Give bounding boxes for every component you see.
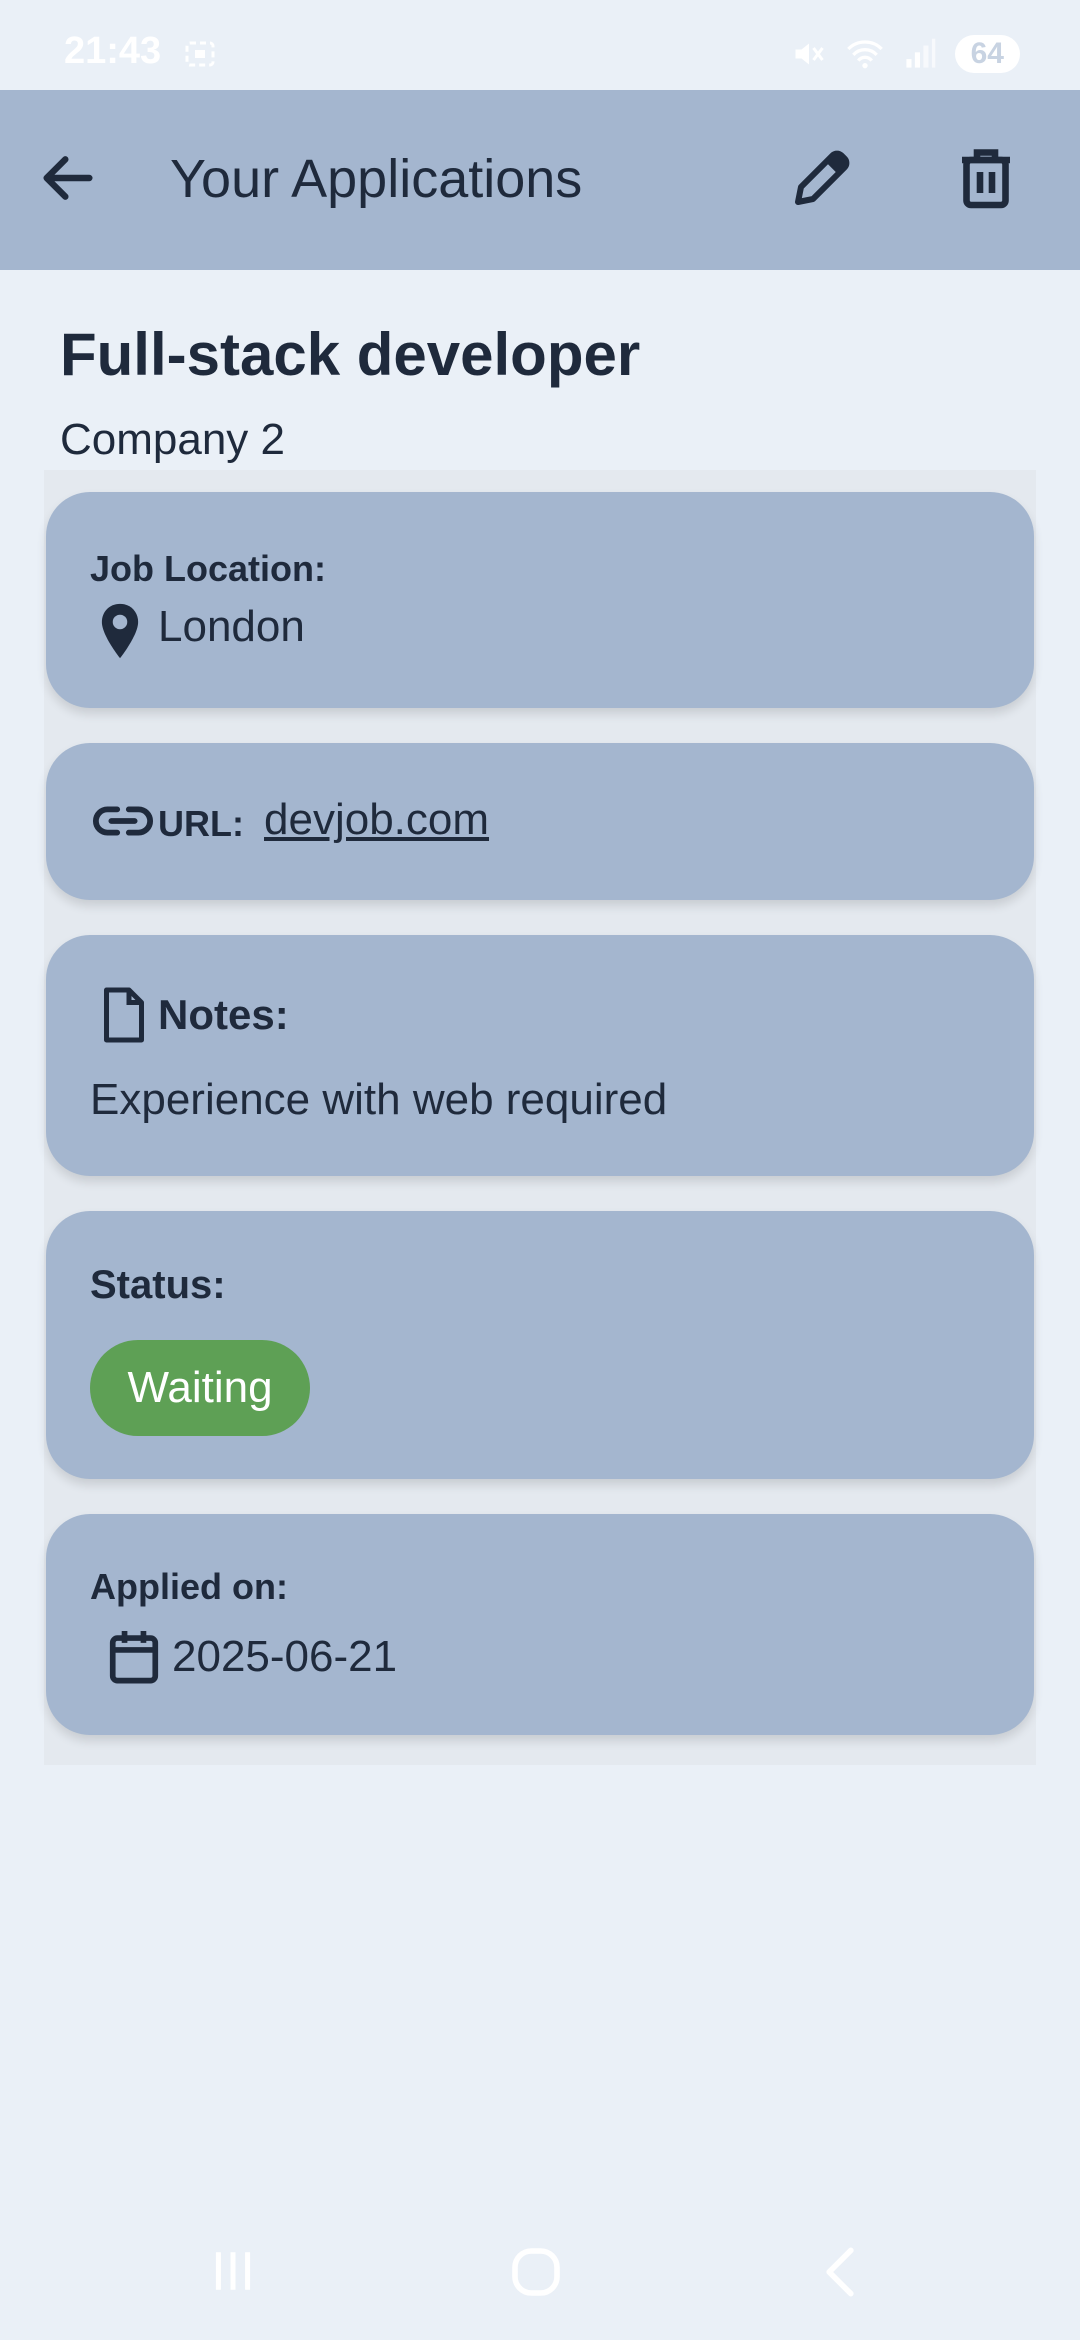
- status-bar: 21:43 64: [0, 0, 1080, 90]
- signal-icon: [906, 38, 935, 68]
- company-name: Company 2: [60, 415, 286, 464]
- home-icon[interactable]: [508, 2244, 564, 2300]
- edit-pencil-icon[interactable]: [786, 142, 858, 214]
- recent-apps-icon[interactable]: [208, 2246, 258, 2296]
- screenshot-icon: [185, 41, 215, 67]
- url-label: URL:: [158, 803, 244, 844]
- system-back-icon[interactable]: [818, 2246, 862, 2298]
- mute-icon: [795, 43, 824, 65]
- url-link[interactable]: devjob.com: [264, 795, 489, 845]
- link-icon: [93, 806, 153, 836]
- status-badge: Waiting: [90, 1340, 310, 1436]
- job-location-label: Job Location:: [90, 548, 326, 589]
- notes-value: Experience with web required: [90, 1075, 668, 1124]
- applied-on-date: 2025-06-21: [172, 1632, 398, 1681]
- status-time: 21:43: [64, 30, 162, 72]
- page-title: Your Applications: [170, 149, 583, 209]
- status-label: Status:: [90, 1263, 226, 1307]
- system-navigation-bar: [0, 2220, 1080, 2340]
- delete-trash-icon[interactable]: [950, 142, 1022, 214]
- location-pin-icon: [101, 603, 139, 659]
- notes-card: Notes: Experience with web required: [46, 935, 1034, 1176]
- url-card: URL: devjob.com: [46, 743, 1034, 900]
- notes-label: Notes:: [158, 991, 289, 1038]
- applied-on-card: Applied on: 2025-06-21: [46, 1514, 1034, 1735]
- wifi-icon: [846, 40, 883, 69]
- job-location-card: Job Location: London: [46, 492, 1034, 708]
- applied-on-label: Applied on:: [90, 1566, 288, 1607]
- app-bar: Your Applications: [0, 90, 1080, 270]
- document-icon: [104, 987, 144, 1043]
- job-title: Full-stack developer: [60, 321, 641, 388]
- status-icons: 64: [791, 34, 1020, 74]
- job-location-value: London: [158, 602, 305, 651]
- status-card: Status: Waiting: [46, 1211, 1034, 1479]
- calendar-icon: [109, 1631, 159, 1684]
- battery-indicator: 64: [954, 35, 1020, 73]
- back-arrow-icon[interactable]: [36, 146, 100, 210]
